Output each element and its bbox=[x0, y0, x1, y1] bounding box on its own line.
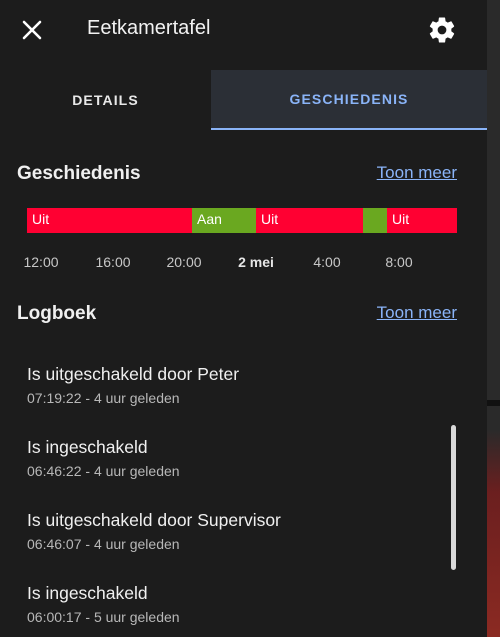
logbook-entry-time: 06:00:17 - 5 uur geleden bbox=[27, 609, 180, 625]
more-info-dialog: Eetkamertafel DETAILS GESCHIEDENIS Gesch… bbox=[0, 0, 487, 637]
logbook-entry[interactable]: Is ingeschakeld 06:46:22 - 4 uur geleden bbox=[27, 437, 427, 479]
segment-label: Aan bbox=[197, 211, 222, 227]
tab-details[interactable]: DETAILS bbox=[0, 70, 211, 130]
logbook-entry[interactable]: Is uitgeschakeld door Peter 07:19:22 - 4… bbox=[27, 364, 427, 406]
timeline-segment-off: Uit bbox=[27, 208, 192, 233]
tab-bar: DETAILS GESCHIEDENIS bbox=[0, 70, 487, 130]
logbook-entry[interactable]: Is ingeschakeld 06:00:17 - 5 uur geleden bbox=[27, 583, 427, 625]
logbook-entry-time: 07:19:22 - 4 uur geleden bbox=[27, 390, 180, 406]
logbook-entry[interactable]: Is uitgeschakeld door Supervisor 06:46:0… bbox=[27, 510, 427, 552]
timeline-segment-on bbox=[363, 208, 387, 233]
history-title: Geschiedenis bbox=[17, 163, 141, 184]
segment-label: Uit bbox=[392, 211, 410, 227]
timeline-tick: 12:00 bbox=[23, 254, 59, 270]
dialog-header: Eetkamertafel bbox=[0, 0, 487, 60]
timeline-tick: 20:00 bbox=[166, 254, 202, 270]
logbook-entry-title: Is ingeschakeld bbox=[27, 437, 148, 457]
gear-icon[interactable] bbox=[427, 15, 457, 45]
timeline-segment-off: Uit bbox=[387, 208, 457, 233]
scrollbar[interactable] bbox=[451, 425, 456, 570]
logbook-entry-title: Is uitgeschakeld door Peter bbox=[27, 364, 240, 384]
close-icon[interactable] bbox=[18, 16, 46, 44]
tab-history[interactable]: GESCHIEDENIS bbox=[211, 70, 487, 130]
logbook-entry-title: Is ingeschakeld bbox=[27, 583, 148, 603]
logbook-entry-title: Is uitgeschakeld door Supervisor bbox=[27, 510, 281, 530]
segment-label: Uit bbox=[261, 211, 279, 227]
timeline-tick: 4:00 bbox=[313, 254, 341, 270]
history-timeline: Uit Aan Uit Uit bbox=[27, 208, 457, 233]
logbook-entry-time: 06:46:07 - 4 uur geleden bbox=[27, 536, 180, 552]
dialog-title: Eetkamertafel bbox=[87, 17, 211, 39]
history-more-link[interactable]: Toon meer bbox=[377, 163, 457, 183]
logbook-entry-time: 06:46:22 - 4 uur geleden bbox=[27, 463, 180, 479]
background-divider bbox=[486, 400, 500, 406]
logbook-more-link[interactable]: Toon meer bbox=[377, 303, 457, 323]
segment-label: Uit bbox=[32, 211, 50, 227]
timeline-tick: 16:00 bbox=[95, 254, 131, 270]
timeline-segment-on: Aan bbox=[192, 208, 256, 233]
background-image bbox=[486, 430, 500, 637]
timeline-segment-off: Uit bbox=[256, 208, 363, 233]
timeline-tick: 2 mei bbox=[238, 254, 274, 270]
timeline-tick: 8:00 bbox=[385, 254, 413, 270]
logbook-title: Logboek bbox=[17, 303, 97, 324]
